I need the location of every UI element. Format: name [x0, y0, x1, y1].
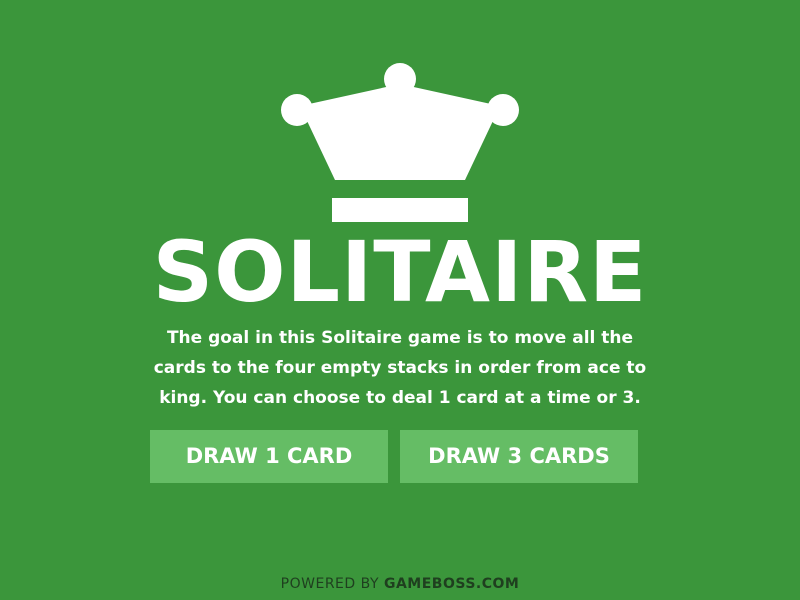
- start-screen: SOLITAIRE The goal in this Solitaire gam…: [0, 0, 800, 600]
- draw-one-card-button[interactable]: DRAW 1 CARD: [150, 430, 388, 483]
- crown-ball-right: [487, 94, 519, 126]
- crown-ball-left: [281, 94, 313, 126]
- crown-icon: [281, 63, 519, 222]
- draw-three-cards-button[interactable]: DRAW 3 CARDS: [400, 430, 638, 483]
- powered-by-footer: POWERED BY GAMEBOSS.COM: [0, 573, 800, 595]
- crown-body: [300, 84, 500, 180]
- game-description: The goal in this Solitaire game is to mo…: [153, 328, 647, 408]
- game-title: SOLITAIRE: [152, 223, 648, 321]
- footer-prefix: POWERED BY: [280, 576, 384, 592]
- crown-base-bar: [332, 198, 468, 222]
- footer-brand-link[interactable]: GAMEBOSS.COM: [384, 576, 519, 592]
- crown-ball-center: [384, 63, 416, 95]
